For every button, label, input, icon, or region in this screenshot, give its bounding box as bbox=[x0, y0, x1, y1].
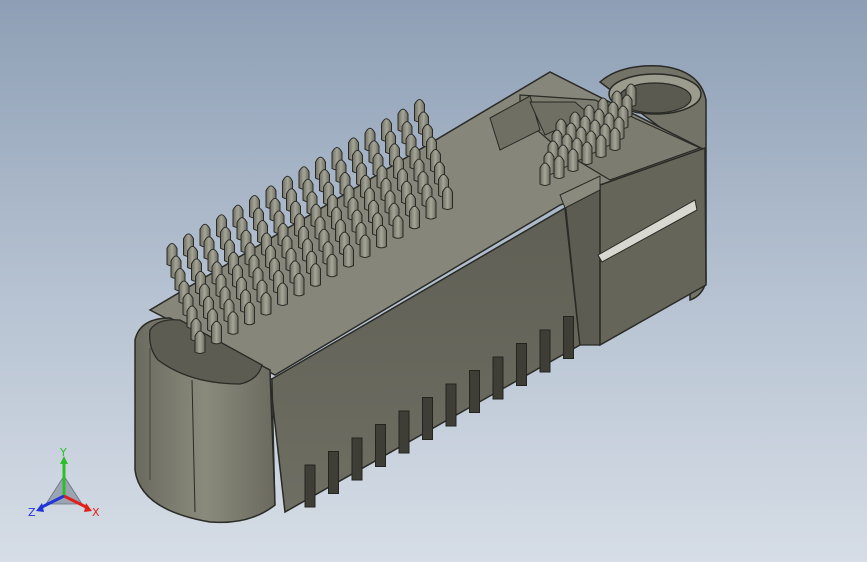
z-axis-label: Z bbox=[28, 506, 36, 519]
orientation-triad[interactable]: Y X Z bbox=[22, 446, 106, 530]
pin bbox=[553, 155, 565, 179]
front-slot bbox=[445, 383, 457, 427]
front-slot bbox=[563, 316, 574, 359]
front-slot bbox=[398, 410, 410, 454]
pin bbox=[194, 330, 206, 354]
pin bbox=[392, 215, 404, 239]
pin bbox=[244, 301, 255, 326]
pin bbox=[211, 320, 222, 345]
x-arrow-icon bbox=[84, 503, 92, 512]
z-arrow-icon bbox=[36, 503, 44, 512]
pin bbox=[609, 127, 621, 151]
front-slot bbox=[516, 343, 527, 386]
pin bbox=[595, 134, 607, 158]
front-slot bbox=[375, 424, 386, 467]
pin bbox=[539, 162, 551, 186]
pin bbox=[581, 141, 593, 165]
y-axis-label: Y bbox=[59, 446, 67, 459]
front-slot bbox=[469, 370, 480, 413]
pin bbox=[442, 186, 453, 210]
pin bbox=[409, 205, 420, 230]
front-slot bbox=[304, 464, 316, 508]
front-slot bbox=[492, 356, 504, 400]
x-axis-label: X bbox=[92, 506, 100, 519]
pin bbox=[343, 244, 354, 268]
pin bbox=[326, 253, 338, 278]
pin bbox=[227, 311, 239, 335]
pin bbox=[260, 292, 272, 316]
front-slot bbox=[422, 397, 433, 440]
pin bbox=[376, 224, 387, 249]
front-slot bbox=[351, 437, 363, 481]
pin bbox=[359, 234, 371, 258]
pin bbox=[567, 148, 579, 172]
pin bbox=[425, 196, 437, 220]
connector-model[interactable] bbox=[0, 0, 867, 562]
front-slot bbox=[328, 451, 339, 494]
pin bbox=[293, 272, 305, 297]
pin bbox=[277, 282, 288, 306]
3d-viewport[interactable]: Y X Z bbox=[0, 0, 867, 562]
pin bbox=[310, 263, 321, 287]
front-slot bbox=[539, 329, 551, 373]
